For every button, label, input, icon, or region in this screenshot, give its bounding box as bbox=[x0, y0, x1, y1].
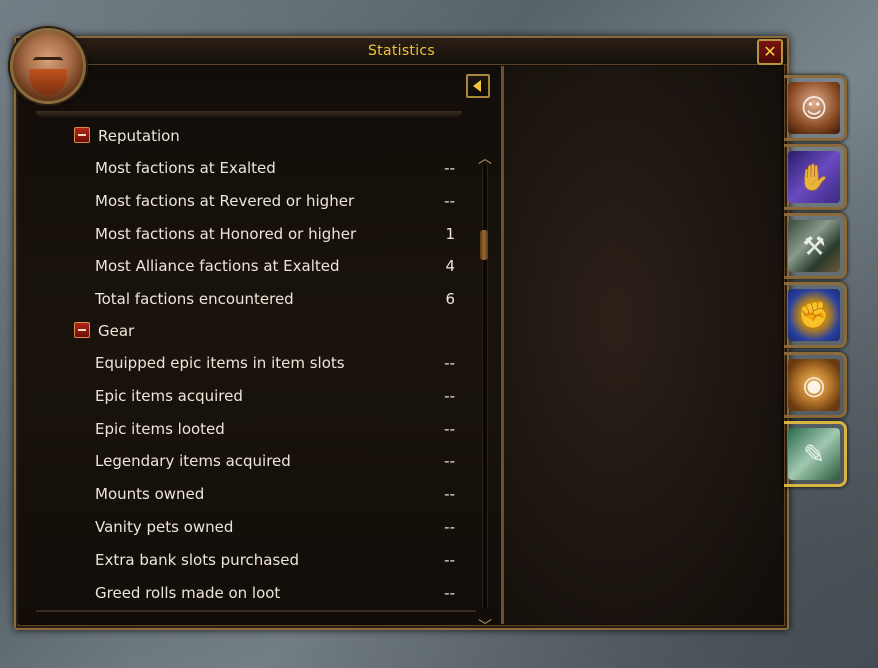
close-button[interactable]: ✕ bbox=[757, 39, 783, 65]
stat-value: -- bbox=[444, 485, 455, 503]
stat-label: Greed rolls made on loot bbox=[95, 584, 281, 602]
stat-label: Legendary items acquired bbox=[95, 452, 291, 470]
window-title: Statistics bbox=[368, 43, 435, 59]
tab-character[interactable]: ☺ bbox=[784, 75, 847, 141]
detail-panel bbox=[504, 66, 783, 624]
stat-value: -- bbox=[444, 420, 455, 438]
stat-label: Total factions encountered bbox=[95, 290, 294, 308]
tab-currency[interactable]: ◉ bbox=[784, 352, 847, 418]
character-portrait-icon: ☺ bbox=[788, 82, 840, 134]
stat-row: Most factions at Honored or higher 1 bbox=[95, 222, 455, 246]
stat-value: -- bbox=[444, 159, 455, 177]
tab-guild[interactable]: ✊ bbox=[784, 282, 847, 348]
stat-label: Vanity pets owned bbox=[95, 518, 234, 536]
stat-value: 1 bbox=[445, 225, 455, 243]
collapse-left-button[interactable] bbox=[466, 74, 490, 98]
stat-label: Epic items looted bbox=[95, 420, 225, 438]
collapse-minus-icon[interactable] bbox=[74, 321, 90, 338]
stat-value: 4 bbox=[445, 257, 455, 275]
stat-label: Mounts owned bbox=[95, 485, 205, 503]
portrait-eyes bbox=[33, 57, 63, 66]
stat-label: Extra bank slots purchased bbox=[95, 551, 300, 569]
title-bar[interactable]: Statistics ✕ bbox=[16, 38, 787, 65]
statistics-window: Statistics ✕ Reputation Most factions at… bbox=[14, 36, 789, 635]
category-label: Reputation bbox=[98, 127, 180, 145]
stat-value: -- bbox=[444, 584, 455, 602]
portrait-beard bbox=[29, 69, 67, 95]
stat-row: Epic items looted -- bbox=[95, 417, 455, 441]
guild-fist-icon: ✊ bbox=[788, 289, 840, 341]
scroll-up-button[interactable]: ︿ bbox=[476, 148, 494, 167]
mining-pick-icon: ⚒ bbox=[788, 220, 840, 272]
stat-value: -- bbox=[444, 387, 455, 405]
scroll-icon: ✎ bbox=[788, 428, 840, 480]
statistics-list-panel: Reputation Most factions at Exalted -- M… bbox=[18, 66, 504, 635]
stat-value: -- bbox=[444, 452, 455, 470]
stat-row: Equipped epic items in item slots -- bbox=[95, 351, 455, 375]
stat-row: Most factions at Exalted -- bbox=[95, 156, 455, 180]
category-header-reputation[interactable]: Reputation bbox=[74, 124, 180, 148]
stat-row: Vanity pets owned -- bbox=[95, 515, 455, 539]
scroll-down-button[interactable]: ﹀ bbox=[476, 616, 494, 635]
stat-label: Most factions at Revered or higher bbox=[95, 192, 355, 210]
gold-coins-icon: ◉ bbox=[788, 359, 840, 411]
tab-statistics[interactable]: ✎ bbox=[784, 421, 847, 487]
character-portrait-avatar bbox=[10, 28, 86, 104]
stat-row: Most factions at Revered or higher -- bbox=[95, 189, 455, 213]
handshake-icon: ✋ bbox=[788, 151, 840, 203]
list-bottom-divider bbox=[36, 610, 476, 612]
scrollbar-thumb[interactable] bbox=[480, 230, 488, 260]
stat-label: Most factions at Honored or higher bbox=[95, 225, 357, 243]
stat-label: Equipped epic items in item slots bbox=[95, 354, 345, 372]
stat-value: 6 bbox=[445, 290, 455, 308]
stat-row: Total factions encountered 6 bbox=[95, 287, 455, 311]
category-header-gear[interactable]: Gear bbox=[74, 319, 134, 343]
chevron-down-icon: ﹀ bbox=[478, 619, 492, 635]
collapse-minus-icon[interactable] bbox=[74, 126, 90, 143]
stat-row: Greed rolls made on loot -- bbox=[95, 581, 455, 605]
tab-professions[interactable]: ⚒ bbox=[784, 213, 847, 279]
stat-label: Most factions at Exalted bbox=[95, 159, 276, 177]
tab-reputation[interactable]: ✋ bbox=[784, 144, 847, 210]
list-toolbar bbox=[18, 66, 501, 106]
category-label: Gear bbox=[98, 322, 135, 340]
stat-label: Most Alliance factions at Exalted bbox=[95, 257, 340, 275]
stat-value: -- bbox=[444, 192, 455, 210]
stat-row: Most Alliance factions at Exalted 4 bbox=[95, 254, 455, 278]
list-top-divider bbox=[36, 111, 462, 117]
stat-row: Extra bank slots purchased -- bbox=[95, 548, 455, 572]
stat-label: Epic items acquired bbox=[95, 387, 243, 405]
stat-value: -- bbox=[444, 354, 455, 372]
stat-row: Legendary items acquired -- bbox=[95, 449, 455, 473]
stat-row: Epic items acquired -- bbox=[95, 384, 455, 408]
arrow-left-icon bbox=[473, 80, 481, 92]
stat-value: -- bbox=[444, 551, 455, 569]
stat-row: Mounts owned -- bbox=[95, 482, 455, 506]
stat-value: -- bbox=[444, 518, 455, 536]
